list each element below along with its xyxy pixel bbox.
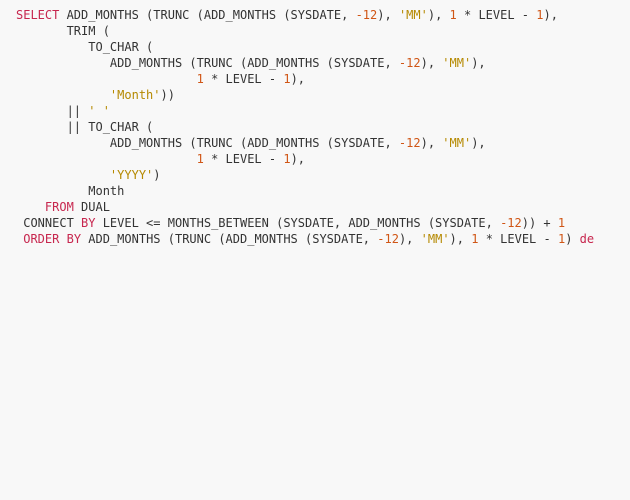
code-token: ), (428, 8, 450, 22)
code-token: 1 (536, 8, 543, 22)
code-token: 'Month' (110, 88, 161, 102)
code-token: SELECT (16, 8, 59, 22)
code-token: CONNECT (16, 216, 81, 230)
code-token: BY (67, 232, 81, 246)
code-token (16, 168, 110, 182)
code-token: 'MM' (442, 56, 471, 70)
code-token (59, 232, 66, 246)
code-token: de (580, 232, 594, 246)
code-token: -12 (399, 136, 421, 150)
code-token: ), (291, 152, 305, 166)
code-token: 'MM' (442, 136, 471, 150)
code-token: LEVEL <= MONTHS_BETWEEN (SYSDATE, ADD_MO… (95, 216, 500, 230)
code-token: -12 (377, 232, 399, 246)
code-token: ), (377, 8, 399, 22)
code-token: Month (16, 184, 124, 198)
code-token: ), (544, 8, 558, 22)
code-token: 1 (283, 72, 290, 86)
code-token (16, 200, 45, 214)
code-token: 'MM' (399, 8, 428, 22)
code-token: ), (471, 56, 485, 70)
code-token (16, 88, 110, 102)
code-token (16, 72, 197, 86)
code-token (16, 152, 197, 166)
code-token: )) (161, 88, 175, 102)
code-token: DUAL (74, 200, 110, 214)
code-token: ) (565, 232, 579, 246)
code-token: 'MM' (421, 232, 450, 246)
code-token: ), (421, 136, 443, 150)
code-token: 'YYYY' (110, 168, 153, 182)
code-token: ), (399, 232, 421, 246)
code-token: ADD_MONTHS (TRUNC (ADD_MONTHS (SYSDATE, (16, 136, 399, 150)
code-token: 1 (450, 8, 457, 22)
code-token: * LEVEL - (204, 152, 283, 166)
code-token: * LEVEL - (457, 8, 536, 22)
code-token: 1 (197, 72, 204, 86)
code-token: ), (450, 232, 472, 246)
code-token: 1 (197, 152, 204, 166)
code-token: ORDER (23, 232, 59, 246)
code-token: -12 (356, 8, 378, 22)
code-token: TO_CHAR ( (16, 40, 153, 54)
code-token: -12 (500, 216, 522, 230)
code-token: ADD_MONTHS (TRUNC (ADD_MONTHS (SYSDATE, (16, 56, 399, 70)
code-token: TRIM ( (16, 24, 110, 38)
code-token: )) + (522, 216, 558, 230)
code-token: || TO_CHAR ( (16, 120, 153, 134)
code-token: 1 (283, 152, 290, 166)
code-token: ADD_MONTHS (TRUNC (ADD_MONTHS (SYSDATE, (81, 232, 377, 246)
code-token: ), (421, 56, 443, 70)
code-token: ) (153, 168, 160, 182)
code-token: ), (291, 72, 305, 86)
code-token: ' ' (88, 104, 110, 118)
code-token: ADD_MONTHS (TRUNC (ADD_MONTHS (SYSDATE, (59, 8, 355, 22)
sql-code: SELECT ADD_MONTHS (TRUNC (ADD_MONTHS (SY… (16, 8, 594, 246)
code-token: ), (471, 136, 485, 150)
code-token: BY (81, 216, 95, 230)
sql-code-block: SELECT ADD_MONTHS (TRUNC (ADD_MONTHS (SY… (0, 0, 630, 256)
code-token: FROM (45, 200, 74, 214)
code-token: 1 (558, 216, 565, 230)
code-token: * LEVEL - (204, 72, 283, 86)
code-token: || (16, 104, 88, 118)
code-token: * LEVEL - (478, 232, 557, 246)
code-token: -12 (399, 56, 421, 70)
